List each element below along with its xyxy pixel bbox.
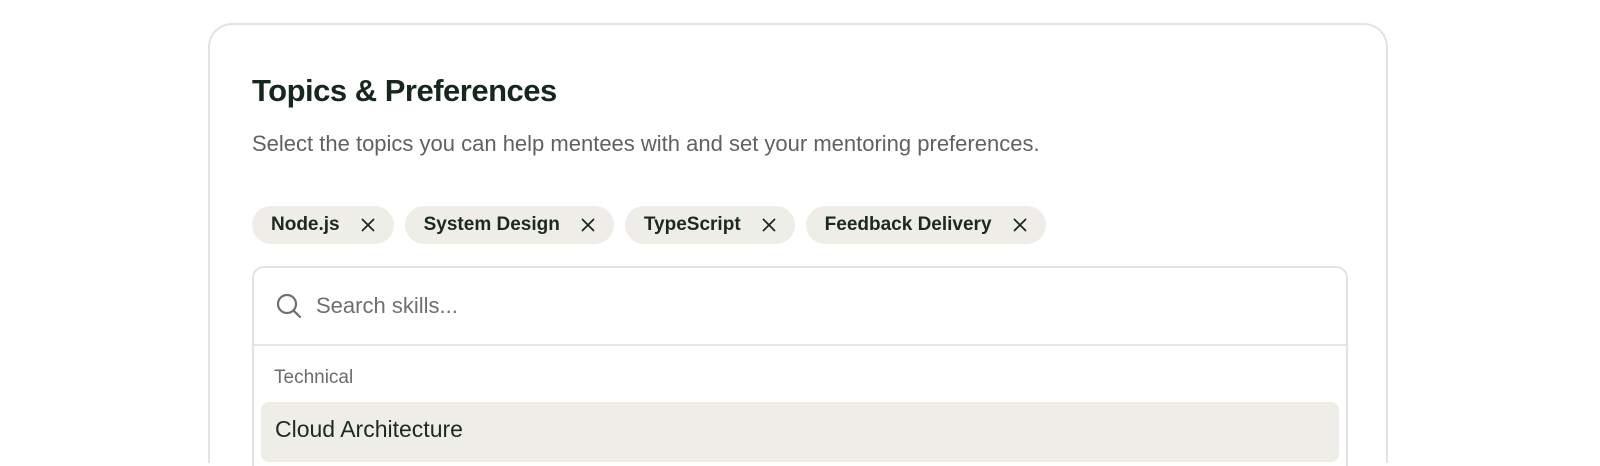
topic-chip-nodejs: Node.js <box>252 206 394 244</box>
selected-topics-list: Node.js System Design TypeScript Feedbac… <box>252 206 1046 244</box>
section-subtitle: Select the topics you can help mentees w… <box>252 131 1040 156</box>
close-icon[interactable] <box>360 217 376 233</box>
skills-combobox: Technical Cloud Architecture <box>252 266 1348 466</box>
search-row <box>254 268 1346 346</box>
option-label: Cloud Architecture <box>275 416 463 442</box>
topic-chip-label: Node.js <box>271 214 340 235</box>
option-cloud-architecture[interactable]: Cloud Architecture <box>261 402 1339 462</box>
topic-chip-typescript: TypeScript <box>624 206 795 244</box>
close-icon[interactable] <box>580 217 596 233</box>
close-icon[interactable] <box>1012 217 1028 233</box>
topic-chip-label: Feedback Delivery <box>824 214 992 235</box>
search-input[interactable] <box>316 286 1316 326</box>
search-icon <box>275 292 303 320</box>
topic-chip-feedback-delivery: Feedback Delivery <box>805 206 1046 244</box>
topic-chip-label: System Design <box>423 214 560 235</box>
close-icon[interactable] <box>761 217 777 233</box>
topic-chip-label: TypeScript <box>643 214 741 235</box>
topics-preferences-card: Topics & Preferences Select the topics y… <box>208 23 1388 466</box>
section-title: Topics & Preferences <box>252 73 557 108</box>
option-group-label: Technical <box>274 367 354 388</box>
topic-chip-system-design: System Design <box>404 206 614 244</box>
